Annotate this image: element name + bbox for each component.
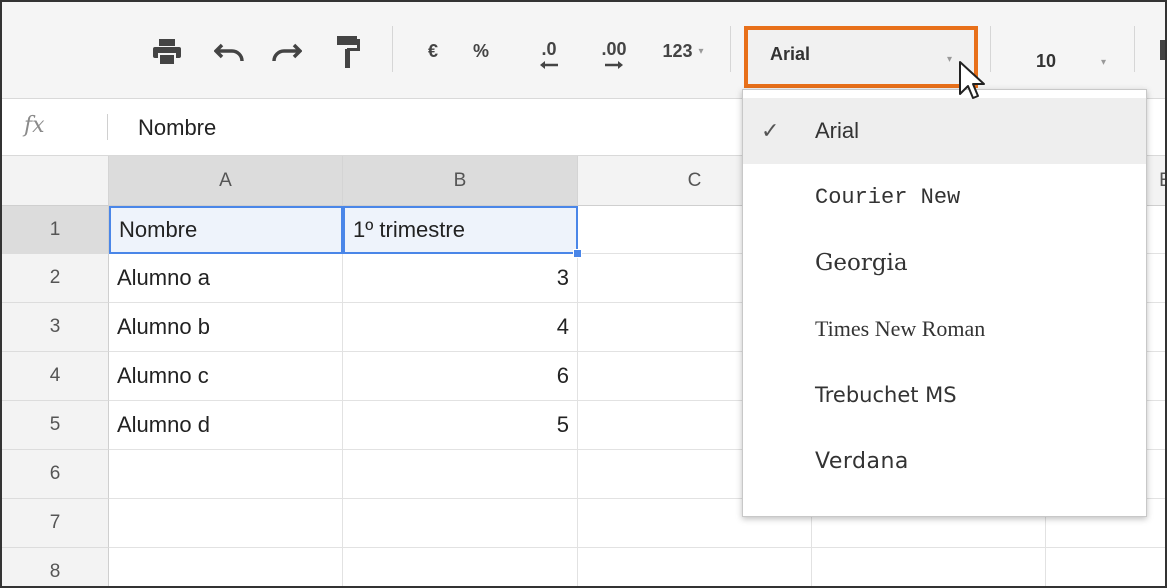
font-option-times-new-roman[interactable]: Times New Roman [743,296,1146,362]
font-size-dropdown[interactable]: 10 ▾ [1002,35,1120,87]
currency-button[interactable]: € [418,34,448,68]
cell-b4[interactable]: 6 [343,352,578,401]
font-family-menu: ✓ Arial Courier New Georgia Times New Ro… [742,89,1147,517]
font-option-georgia[interactable]: Georgia [743,230,1146,296]
toolbar-separator [730,26,731,72]
cell-a5[interactable]: Alumno d [109,401,343,450]
cell-a1[interactable]: Nombre [109,206,343,254]
font-option-arial[interactable]: ✓ Arial [743,98,1146,164]
toolbar-overflow-button[interactable] [1160,40,1165,60]
chevron-down-icon: ▾ [1100,57,1106,68]
cell-b1[interactable]: 1º trimestre [343,206,578,254]
font-size-value: 10 [1036,51,1057,71]
checkmark-icon: ✓ [761,118,780,143]
cell-a3[interactable]: Alumno b [109,303,343,352]
chevron-down-icon: ▾ [946,54,952,65]
font-option-verdana[interactable]: Verdana [743,428,1146,494]
cell-b5[interactable]: 5 [343,401,578,450]
number-format-dropdown[interactable]: 123 ▾ [648,34,718,68]
cell-a4[interactable]: Alumno c [109,352,343,401]
font-option-courier-new[interactable]: Courier New [743,164,1146,230]
print-icon[interactable] [148,34,186,70]
row-header-4[interactable]: 4 [2,352,109,401]
cell-a8[interactable] [109,548,343,586]
row-header-2[interactable]: 2 [2,254,109,303]
cell-c8[interactable] [578,548,812,586]
toolbar-separator [392,26,393,72]
cell-b8[interactable] [343,548,578,586]
column-header-b[interactable]: B [343,156,578,206]
corner-header[interactable] [2,156,109,206]
row-header-7[interactable]: 7 [2,499,109,548]
column-header-a[interactable]: A [109,156,343,206]
row-header-1[interactable]: 1 [2,206,109,254]
formula-separator [107,114,108,140]
percent-button[interactable]: % [466,34,496,68]
toolbar: € % .0 .00 123 ▾ Arial ▾ 10 ▾ [2,2,1165,99]
row-header-3[interactable]: 3 [2,303,109,352]
number-format-label: 123 [662,40,693,61]
font-option-trebuchet-ms[interactable]: Trebuchet MS [743,362,1146,428]
cell-b2[interactable]: 3 [343,254,578,303]
row-header-6[interactable]: 6 [2,450,109,499]
cell-d8[interactable] [812,548,1046,586]
arrow-right-icon [605,60,623,69]
cell-a7[interactable] [109,499,343,548]
formula-input[interactable]: Nombre [138,115,216,141]
row-header-5[interactable]: 5 [2,401,109,450]
decrease-decimal-button[interactable]: .0 [528,34,570,74]
increase-decimal-label: .00 [601,38,627,59]
cell-e8[interactable] [1046,548,1165,586]
cell-b3[interactable]: 4 [343,303,578,352]
arrow-left-icon [540,60,558,69]
mouse-cursor-icon [959,61,985,99]
font-option-label: Verdana [815,448,909,474]
font-option-label: Arial [815,118,860,143]
cell-a2[interactable]: Alumno a [109,254,343,303]
fill-handle[interactable] [573,249,582,258]
chevron-down-icon: ▾ [698,45,704,57]
toolbar-separator [990,26,991,72]
undo-icon[interactable] [210,34,250,70]
cell-b6[interactable] [343,450,578,499]
font-family-value: Arial [770,44,811,64]
font-option-label: Georgia [815,250,908,276]
font-option-label: Times New Roman [815,316,986,341]
fx-icon: fx [24,113,45,138]
redo-icon[interactable] [266,34,306,70]
cell-a6[interactable] [109,450,343,499]
decrease-decimal-label: .0 [541,38,557,59]
toolbar-separator [1134,26,1135,72]
cell-b7[interactable] [343,499,578,548]
increase-decimal-button[interactable]: .00 [588,34,640,74]
spreadsheet-window: € % .0 .00 123 ▾ Arial ▾ 10 ▾ fx Nombre [0,0,1167,588]
font-family-dropdown[interactable]: Arial ▾ [744,26,978,88]
row-header-8[interactable]: 8 [2,548,109,586]
font-option-label: Courier New [815,184,961,210]
font-option-label: Trebuchet MS [815,383,957,407]
paint-format-icon[interactable] [328,30,368,74]
